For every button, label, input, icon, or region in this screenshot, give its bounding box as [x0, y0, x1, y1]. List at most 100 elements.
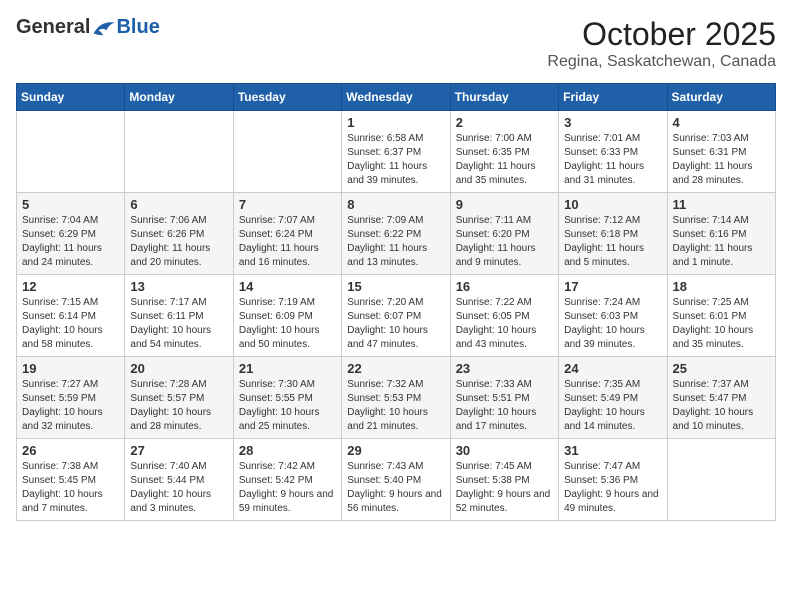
day-number: 18: [673, 279, 770, 294]
calendar-week-row: 5 Sunrise: 7:04 AM Sunset: 6:29 PM Daylig…: [17, 193, 776, 275]
day-info: Sunrise: 7:15 AM Sunset: 6:14 PM Dayligh…: [22, 296, 119, 352]
calendar-cell: 30 Sunrise: 7:45 AM Sunset: 5:38 PM Dayli…: [450, 439, 558, 521]
day-number: 31: [564, 443, 661, 458]
page-header: General Blue October 2025 Regina, Saskat…: [16, 16, 776, 71]
day-number: 1: [347, 115, 444, 130]
day-number: 9: [456, 197, 553, 212]
calendar-cell: [667, 439, 775, 521]
day-info: Sunrise: 7:33 AM Sunset: 5:51 PM Dayligh…: [456, 378, 553, 434]
day-info: Sunrise: 6:58 AM Sunset: 6:37 PM Dayligh…: [347, 132, 444, 188]
day-info: Sunrise: 7:42 AM Sunset: 5:42 PM Dayligh…: [239, 460, 336, 516]
calendar-cell: [125, 111, 233, 193]
day-info: Sunrise: 7:38 AM Sunset: 5:45 PM Dayligh…: [22, 460, 119, 516]
day-info: Sunrise: 7:19 AM Sunset: 6:09 PM Dayligh…: [239, 296, 336, 352]
day-number: 26: [22, 443, 119, 458]
calendar-cell: 22 Sunrise: 7:32 AM Sunset: 5:53 PM Dayli…: [342, 357, 450, 439]
day-info: Sunrise: 7:37 AM Sunset: 5:47 PM Dayligh…: [673, 378, 770, 434]
calendar-cell: 18Sunrise: 7:25 AM Sunset: 6:01 PM Dayli…: [667, 275, 775, 357]
weekday-header: Thursday: [450, 84, 558, 111]
day-info: Sunrise: 7:06 AM Sunset: 6:26 PM Dayligh…: [130, 214, 227, 270]
calendar-cell: 25 Sunrise: 7:37 AM Sunset: 5:47 PM Dayli…: [667, 357, 775, 439]
calendar-cell: 5 Sunrise: 7:04 AM Sunset: 6:29 PM Daylig…: [17, 193, 125, 275]
calendar-cell: 17Sunrise: 7:24 AM Sunset: 6:03 PM Dayli…: [559, 275, 667, 357]
day-info: Sunrise: 7:40 AM Sunset: 5:44 PM Dayligh…: [130, 460, 227, 516]
day-info: Sunrise: 7:04 AM Sunset: 6:29 PM Dayligh…: [22, 214, 119, 270]
day-info: Sunrise: 7:03 AM Sunset: 6:31 PM Dayligh…: [673, 132, 770, 188]
day-number: 4: [673, 115, 770, 130]
day-info: Sunrise: 7:11 AM Sunset: 6:20 PM Dayligh…: [456, 214, 553, 270]
day-number: 30: [456, 443, 553, 458]
calendar-table: SundayMondayTuesdayWednesdayThursdayFrid…: [16, 83, 776, 521]
calendar-cell: 29Sunrise: 7:43 AM Sunset: 5:40 PM Dayli…: [342, 439, 450, 521]
day-number: 3: [564, 115, 661, 130]
day-number: 22: [347, 361, 444, 376]
weekday-header: Monday: [125, 84, 233, 111]
day-number: 29: [347, 443, 444, 458]
day-info: Sunrise: 7:47 AM Sunset: 5:36 PM Dayligh…: [564, 460, 661, 516]
logo: General Blue: [16, 16, 160, 39]
day-info: Sunrise: 7:32 AM Sunset: 5:53 PM Dayligh…: [347, 378, 444, 434]
day-number: 13: [130, 279, 227, 294]
calendar-cell: 13 Sunrise: 7:17 AM Sunset: 6:11 PM Dayli…: [125, 275, 233, 357]
day-number: 25: [673, 361, 770, 376]
day-info: Sunrise: 7:07 AM Sunset: 6:24 PM Dayligh…: [239, 214, 336, 270]
logo-blue-text: Blue: [116, 16, 159, 39]
calendar-week-row: 26 Sunrise: 7:38 AM Sunset: 5:45 PM Dayli…: [17, 439, 776, 521]
day-number: 8: [347, 197, 444, 212]
day-info: Sunrise: 7:22 AM Sunset: 6:05 PM Dayligh…: [456, 296, 553, 352]
weekday-header: Friday: [559, 84, 667, 111]
calendar-cell: 3 Sunrise: 7:01 AM Sunset: 6:33 PM Daylig…: [559, 111, 667, 193]
calendar-header: SundayMondayTuesdayWednesdayThursdayFrid…: [17, 84, 776, 111]
day-info: Sunrise: 7:30 AM Sunset: 5:55 PM Dayligh…: [239, 378, 336, 434]
day-info: Sunrise: 7:35 AM Sunset: 5:49 PM Dayligh…: [564, 378, 661, 434]
day-info: Sunrise: 7:00 AM Sunset: 6:35 PM Dayligh…: [456, 132, 553, 188]
day-number: 27: [130, 443, 227, 458]
logo-bird-icon: [92, 18, 116, 38]
day-number: 12: [22, 279, 119, 294]
location: Regina, Saskatchewan, Canada: [547, 53, 776, 71]
calendar-cell: 6 Sunrise: 7:06 AM Sunset: 6:26 PM Daylig…: [125, 193, 233, 275]
calendar-cell: 14 Sunrise: 7:19 AM Sunset: 6:09 PM Dayli…: [233, 275, 341, 357]
day-info: Sunrise: 7:17 AM Sunset: 6:11 PM Dayligh…: [130, 296, 227, 352]
calendar-cell: 10Sunrise: 7:12 AM Sunset: 6:18 PM Dayli…: [559, 193, 667, 275]
day-info: Sunrise: 7:20 AM Sunset: 6:07 PM Dayligh…: [347, 296, 444, 352]
day-info: Sunrise: 7:09 AM Sunset: 6:22 PM Dayligh…: [347, 214, 444, 270]
calendar-cell: 26 Sunrise: 7:38 AM Sunset: 5:45 PM Dayli…: [17, 439, 125, 521]
day-info: Sunrise: 7:12 AM Sunset: 6:18 PM Dayligh…: [564, 214, 661, 270]
logo-general-text: General: [16, 16, 90, 39]
day-number: 2: [456, 115, 553, 130]
weekday-header: Tuesday: [233, 84, 341, 111]
day-info: Sunrise: 7:14 AM Sunset: 6:16 PM Dayligh…: [673, 214, 770, 270]
day-info: Sunrise: 7:24 AM Sunset: 6:03 PM Dayligh…: [564, 296, 661, 352]
calendar-cell: 9 Sunrise: 7:11 AM Sunset: 6:20 PM Daylig…: [450, 193, 558, 275]
day-info: Sunrise: 7:01 AM Sunset: 6:33 PM Dayligh…: [564, 132, 661, 188]
day-number: 14: [239, 279, 336, 294]
calendar-cell: 16Sunrise: 7:22 AM Sunset: 6:05 PM Dayli…: [450, 275, 558, 357]
calendar-cell: 1 Sunrise: 6:58 AM Sunset: 6:37 PM Daylig…: [342, 111, 450, 193]
day-number: 5: [22, 197, 119, 212]
calendar-cell: [233, 111, 341, 193]
day-info: Sunrise: 7:28 AM Sunset: 5:57 PM Dayligh…: [130, 378, 227, 434]
calendar-cell: 21Sunrise: 7:30 AM Sunset: 5:55 PM Dayli…: [233, 357, 341, 439]
day-number: 11: [673, 197, 770, 212]
day-number: 15: [347, 279, 444, 294]
title-section: October 2025 Regina, Saskatchewan, Canad…: [547, 16, 776, 71]
calendar-cell: 19Sunrise: 7:27 AM Sunset: 5:59 PM Dayli…: [17, 357, 125, 439]
day-number: 23: [456, 361, 553, 376]
day-number: 20: [130, 361, 227, 376]
calendar-cell: 8 Sunrise: 7:09 AM Sunset: 6:22 PM Daylig…: [342, 193, 450, 275]
weekday-header: Wednesday: [342, 84, 450, 111]
calendar-week-row: 1 Sunrise: 6:58 AM Sunset: 6:37 PM Daylig…: [17, 111, 776, 193]
calendar-cell: 12 Sunrise: 7:15 AM Sunset: 6:14 PM Dayli…: [17, 275, 125, 357]
calendar-cell: 31 Sunrise: 7:47 AM Sunset: 5:36 PM Dayli…: [559, 439, 667, 521]
calendar-cell: 2 Sunrise: 7:00 AM Sunset: 6:35 PM Daylig…: [450, 111, 558, 193]
calendar-cell: 27 Sunrise: 7:40 AM Sunset: 5:44 PM Dayli…: [125, 439, 233, 521]
day-number: 7: [239, 197, 336, 212]
calendar-cell: 7 Sunrise: 7:07 AM Sunset: 6:24 PM Daylig…: [233, 193, 341, 275]
calendar-cell: 15 Sunrise: 7:20 AM Sunset: 6:07 PM Dayli…: [342, 275, 450, 357]
calendar-cell: 23 Sunrise: 7:33 AM Sunset: 5:51 PM Dayli…: [450, 357, 558, 439]
calendar-cell: 4 Sunrise: 7:03 AM Sunset: 6:31 PM Daylig…: [667, 111, 775, 193]
calendar-cell: 24Sunrise: 7:35 AM Sunset: 5:49 PM Dayli…: [559, 357, 667, 439]
day-info: Sunrise: 7:45 AM Sunset: 5:38 PM Dayligh…: [456, 460, 553, 516]
day-number: 6: [130, 197, 227, 212]
